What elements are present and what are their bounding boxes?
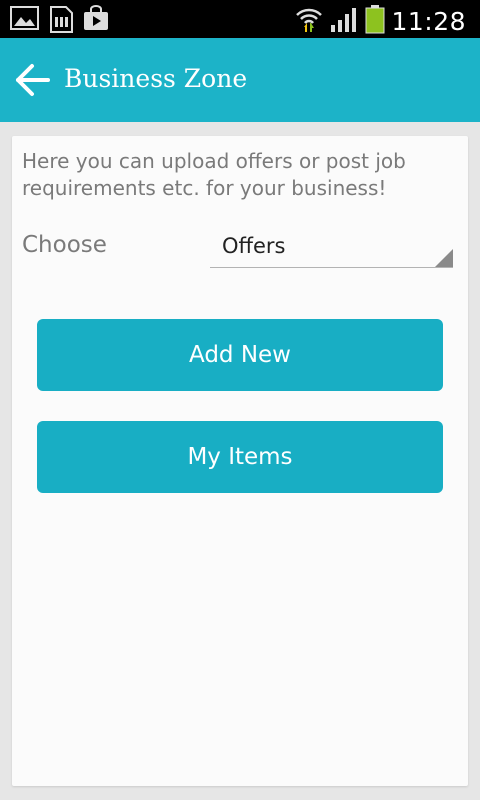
dropdown-triangle-icon xyxy=(435,249,453,267)
notification-icons xyxy=(10,5,110,37)
system-icons: 11:28 xyxy=(295,4,466,38)
clock: 11:28 xyxy=(391,6,466,36)
intro-text: Here you can upload offers or post job r… xyxy=(22,149,406,200)
signal-icon xyxy=(329,5,359,37)
app-bar: Business Zone xyxy=(0,38,480,122)
sd-card-icon xyxy=(48,5,74,37)
my-items-button[interactable]: My Items xyxy=(37,421,443,493)
wifi-icon xyxy=(295,5,323,37)
choose-label: Choose xyxy=(22,232,107,258)
add-new-button[interactable]: Add New xyxy=(37,319,443,391)
content-card: Here you can upload offers or post job r… xyxy=(12,136,468,786)
spinner-selected-value: Offers xyxy=(222,234,286,258)
status-bar: 11:28 xyxy=(0,0,480,38)
page-title: Business Zone xyxy=(64,64,248,93)
gallery-icon xyxy=(10,5,40,37)
store-bag-icon xyxy=(82,5,110,37)
category-spinner[interactable]: Offers xyxy=(210,228,453,268)
arrow-left-icon xyxy=(12,64,52,102)
battery-icon xyxy=(365,4,385,38)
back-button[interactable] xyxy=(12,62,52,98)
